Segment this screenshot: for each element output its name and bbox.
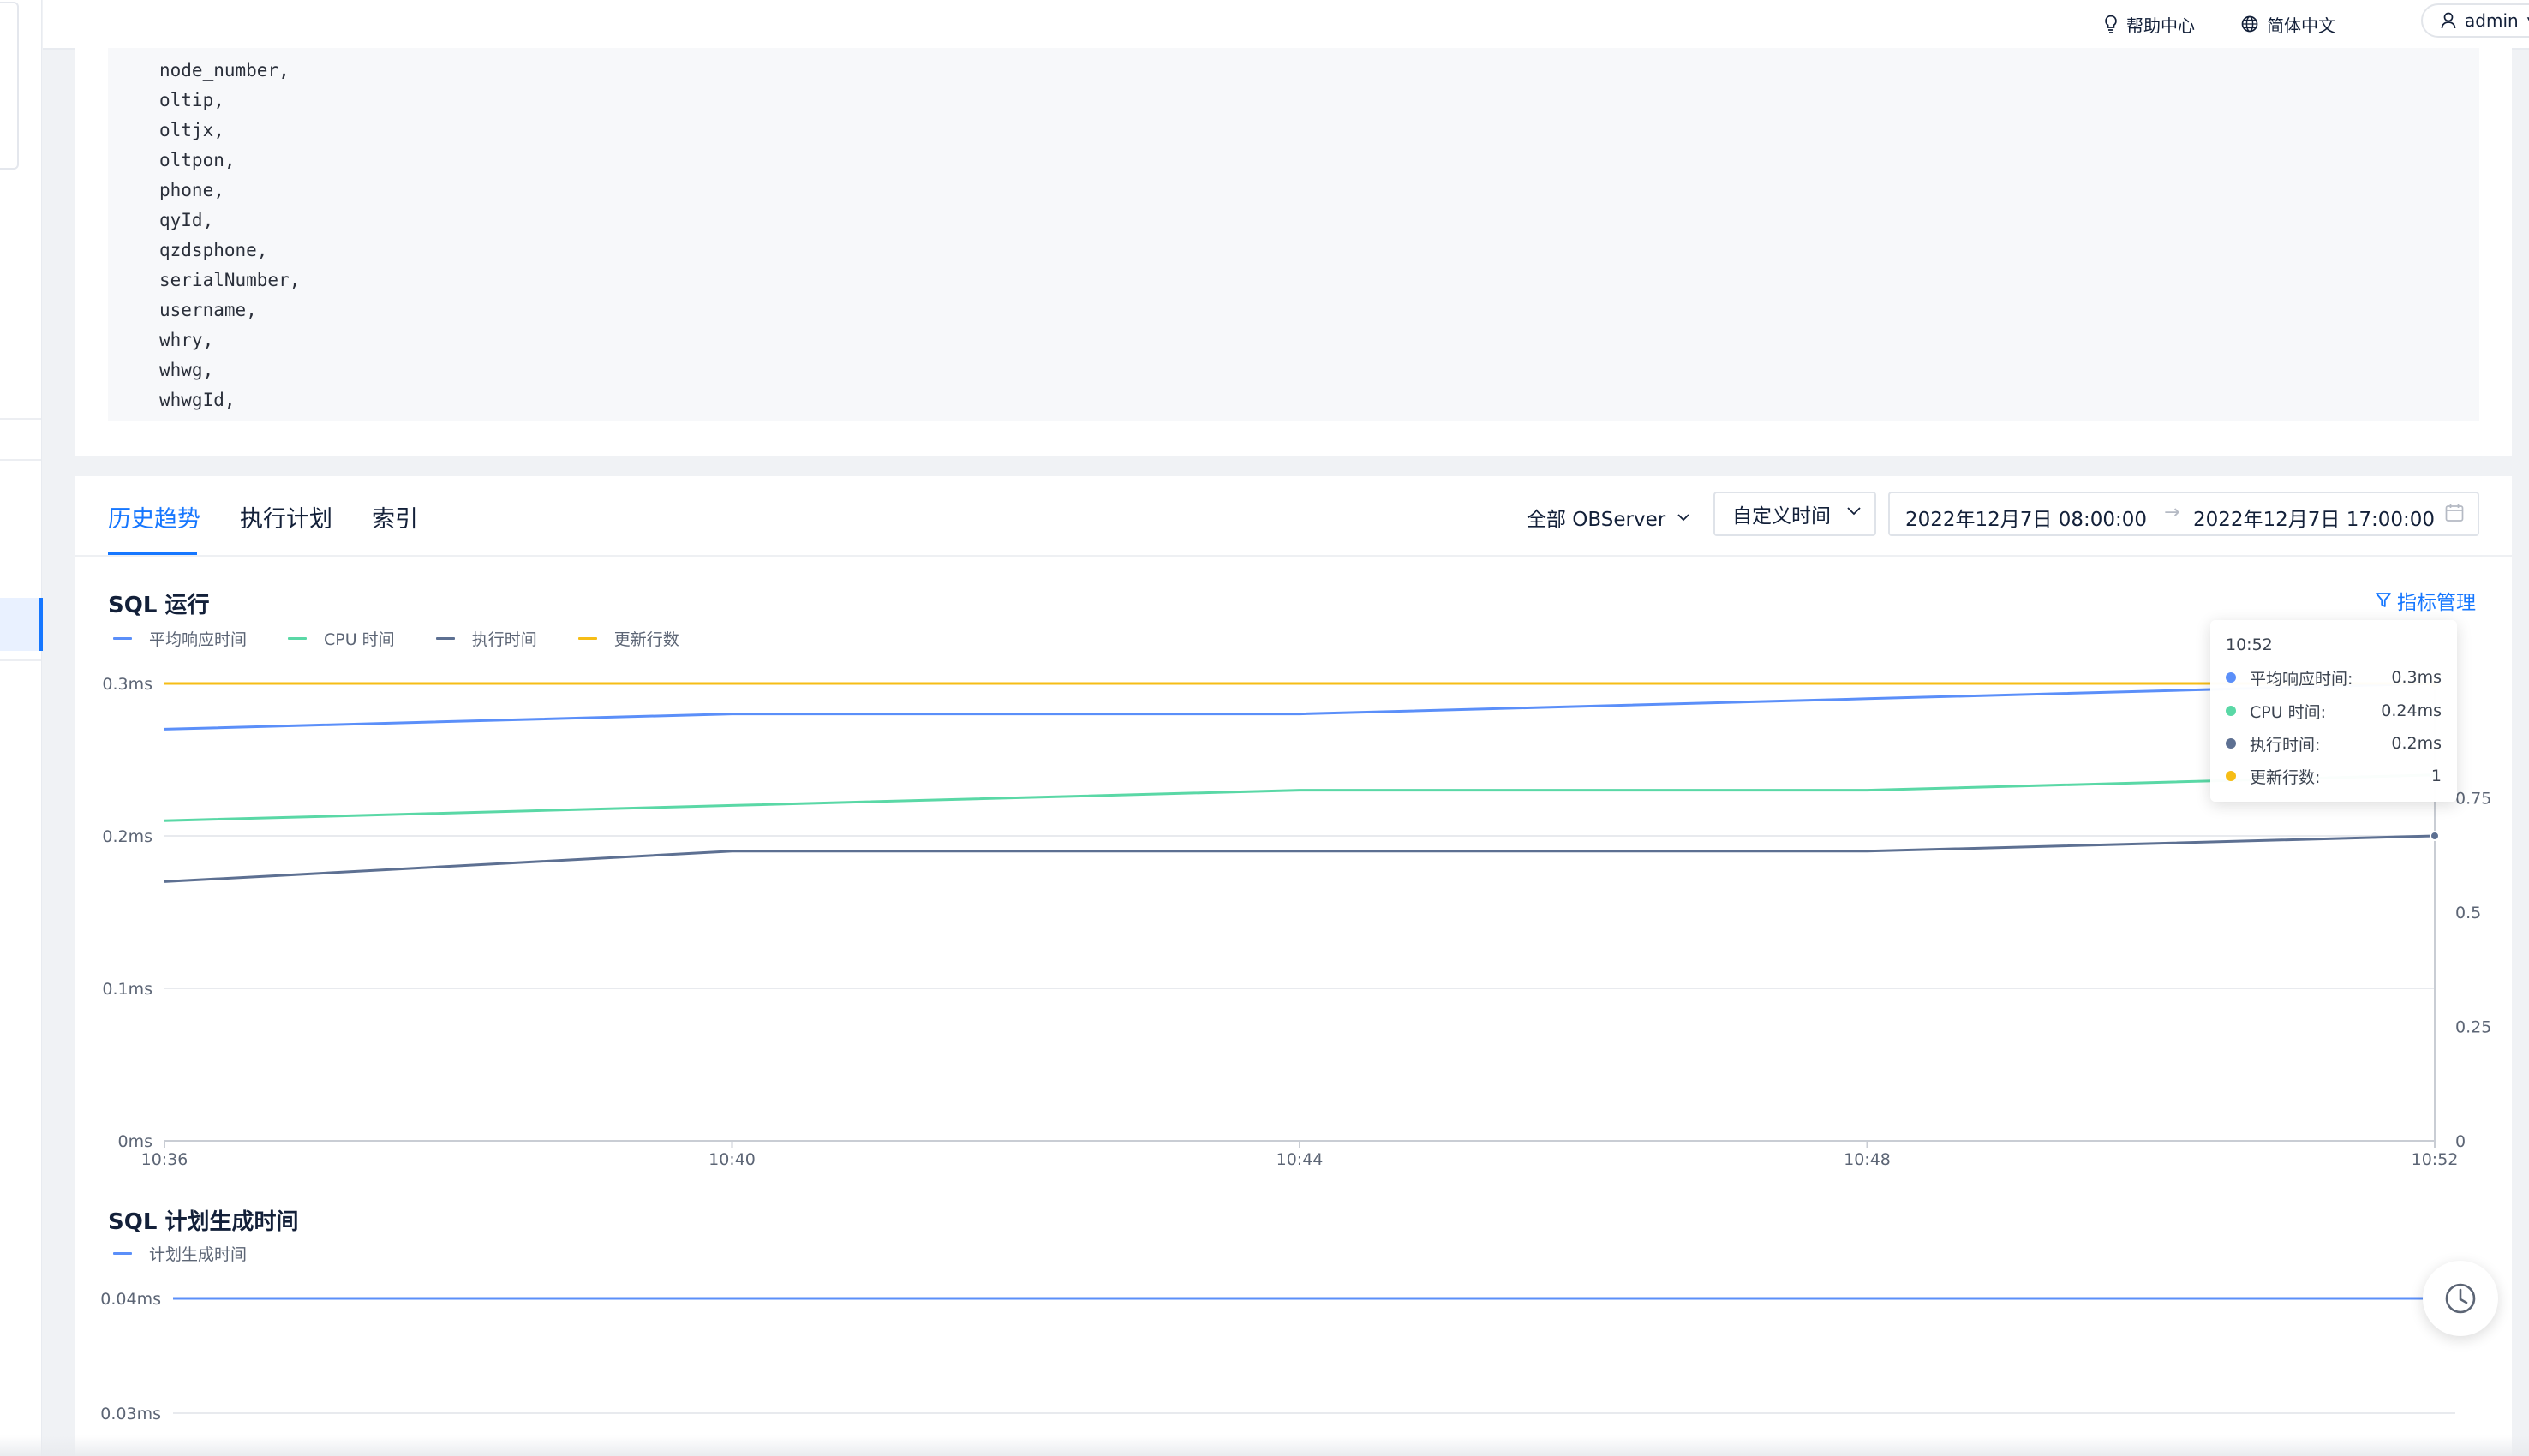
y-tick-label: 0.3ms — [102, 675, 152, 694]
x-tick-label: 10:48 — [1844, 1150, 1891, 1169]
x-tick-label: 10:36 — [141, 1150, 188, 1169]
y2-tick-label: 0.75 — [2455, 790, 2491, 809]
tooltip-value: 0.2ms — [2391, 734, 2442, 753]
series-line — [164, 773, 2436, 822]
sql-run-chart[interactable]: 0ms 0.1ms 0.2ms 0.3ms 0 0.25 0.5 0.75 10:36 10:40… — [0, 0, 2529, 1456]
series-line — [164, 834, 2436, 883]
tooltip-label: CPU 时间: — [2250, 702, 2327, 722]
tooltip-label: 更新行数: — [2250, 767, 2321, 787]
x-tick-label: 10:52 — [2412, 1150, 2459, 1169]
y-tick-label: 0.04ms — [100, 1290, 161, 1309]
y-tick-label: 0.03ms — [100, 1405, 161, 1423]
tooltip-row: 执行时间: 0.2ms — [2226, 732, 2442, 755]
tooltip-label: 执行时间: — [2250, 735, 2321, 755]
clock-icon — [2445, 1283, 2476, 1314]
history-float-button[interactable] — [2423, 1261, 2498, 1336]
y-tick-label: 0.2ms — [102, 827, 152, 846]
bottom-fade — [0, 1435, 2529, 1456]
x-tick-label: 10:44 — [1276, 1150, 1324, 1169]
tooltip-row: 更新行数: 1 — [2226, 765, 2442, 787]
tooltip-title: 10:52 — [2226, 636, 2273, 654]
tooltip-row: 平均响应时间: 0.3ms — [2226, 666, 2442, 689]
chart-tooltip: 10:52 平均响应时间: 0.3ms CPU 时间: 0.24ms 执行时间: 0.… — [2210, 620, 2457, 802]
y2-tick-label: 0.25 — [2455, 1018, 2491, 1037]
y-tick-label: 0ms — [118, 1132, 153, 1151]
y2-tick-label: 0.5 — [2455, 904, 2481, 922]
y-tick-label: 0.1ms — [102, 980, 152, 999]
tooltip-dot — [2226, 738, 2236, 749]
tooltip-dot — [2226, 706, 2236, 716]
series-line — [164, 682, 2436, 731]
tooltip-label: 平均响应时间: — [2250, 669, 2353, 689]
tooltip-dot — [2226, 672, 2236, 683]
tooltip-value: 0.3ms — [2391, 668, 2442, 687]
tooltip-value: 0.24ms — [2381, 701, 2442, 720]
tooltip-row: CPU 时间: 0.24ms — [2226, 700, 2442, 722]
data-point — [2430, 831, 2440, 841]
tooltip-dot — [2226, 771, 2236, 781]
y2-tick-label: 0 — [2455, 1132, 2466, 1151]
tooltip-value: 1 — [2430, 767, 2442, 785]
x-tick-label: 10:40 — [708, 1150, 756, 1169]
